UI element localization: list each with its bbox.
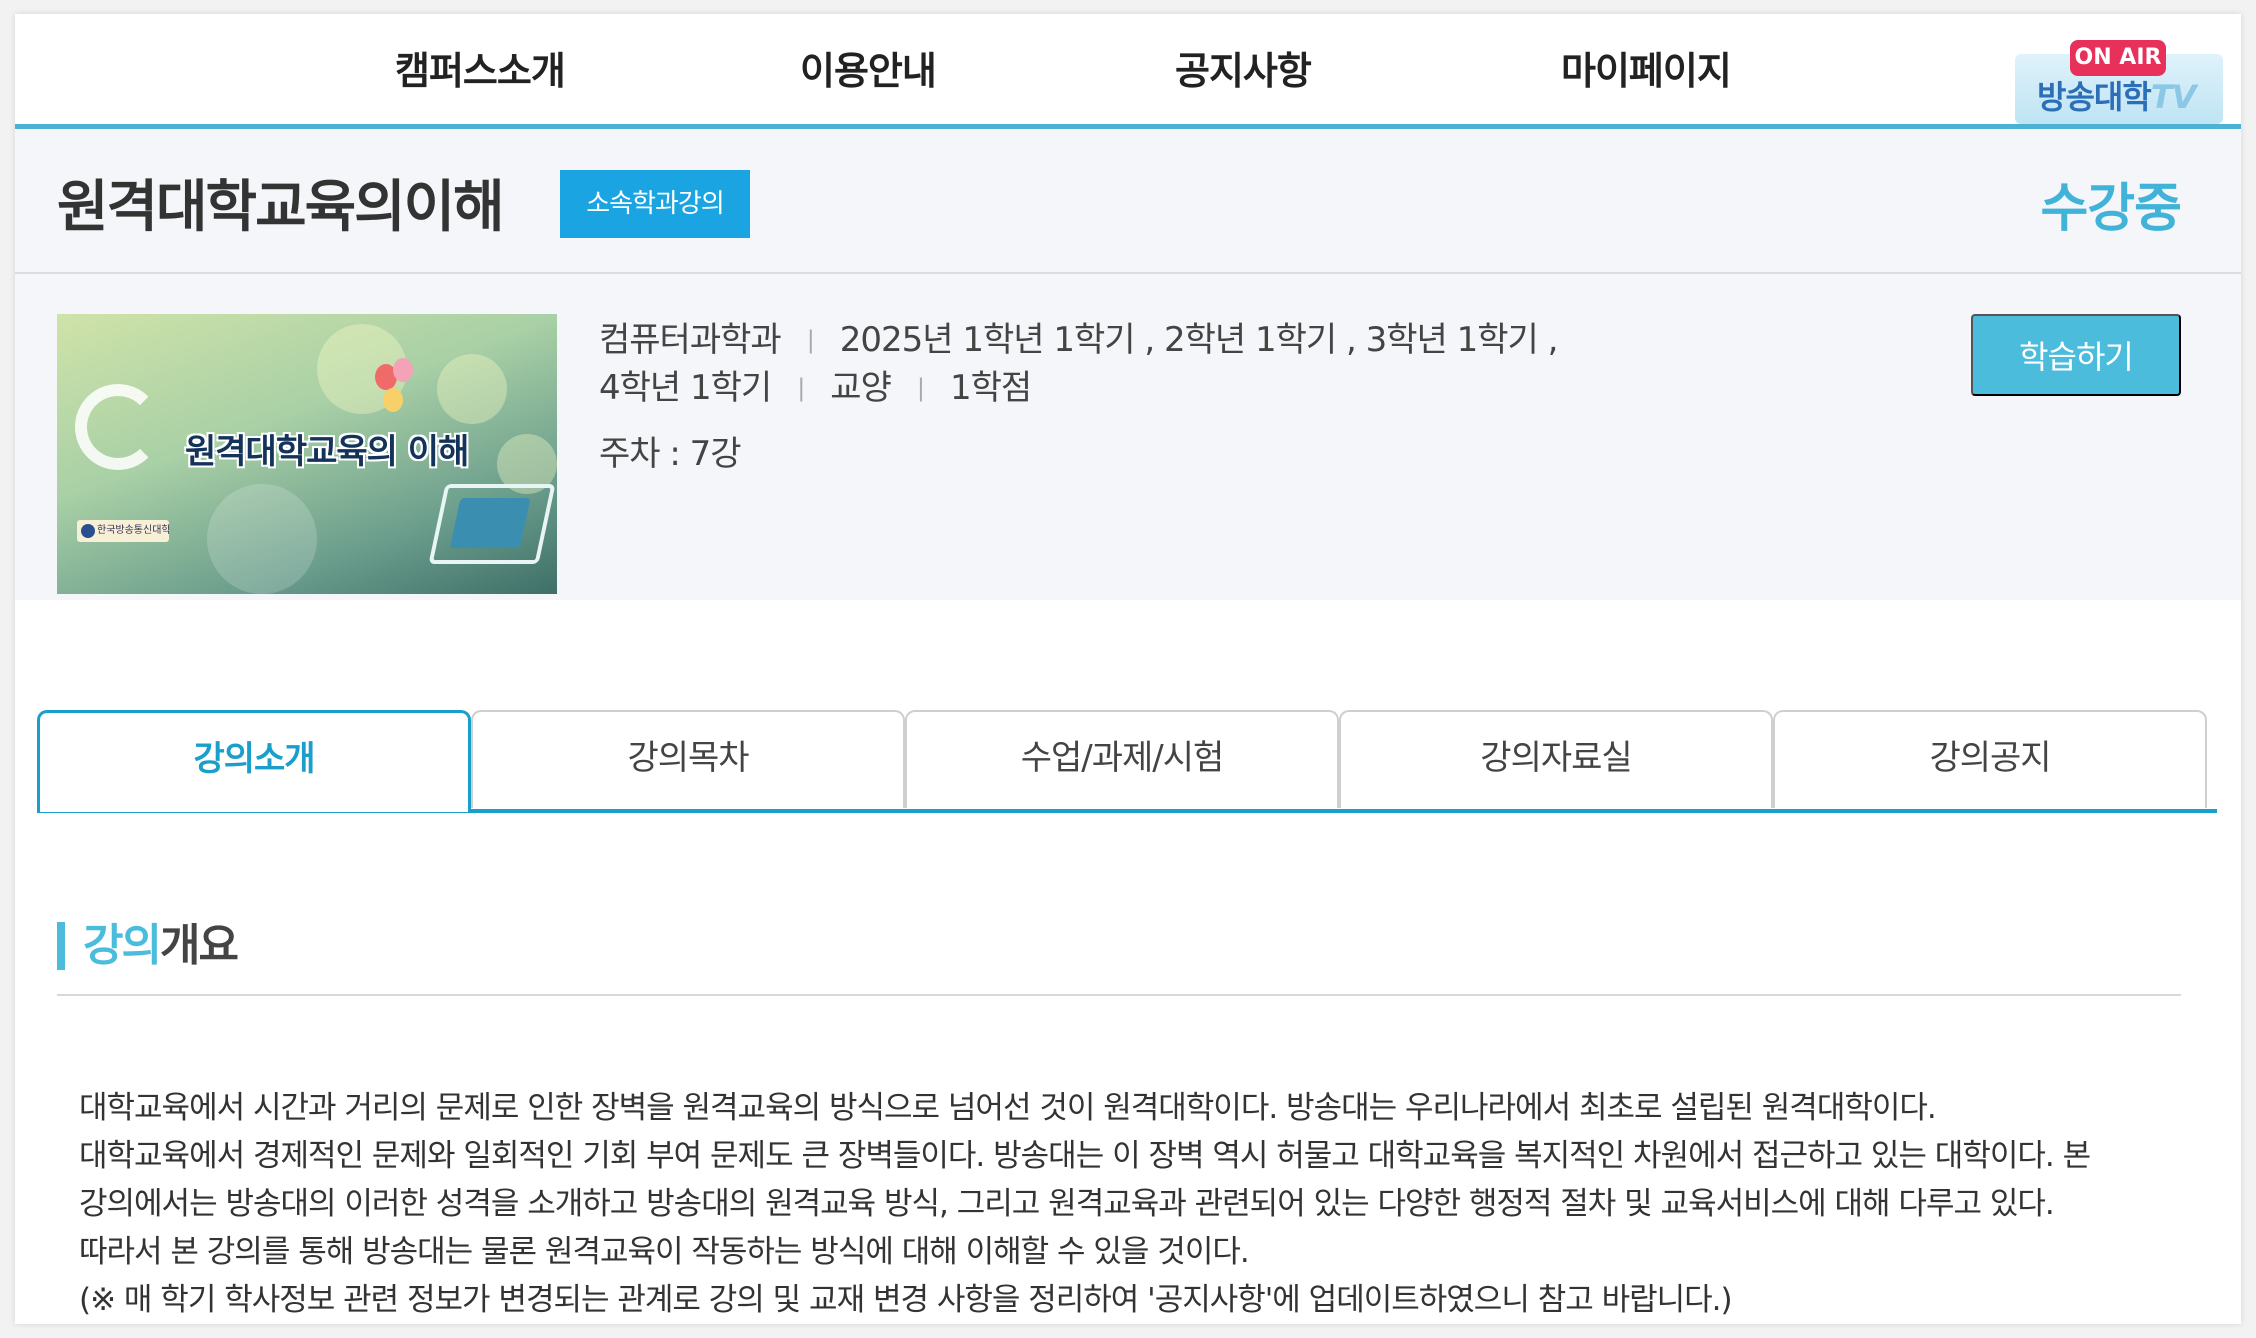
meta-separator: | [916,374,925,402]
course-meta-line-2: 4학년 1학기 | 교양 | 1학점 [599,360,1032,409]
overview-title-highlight: 강의 [83,920,162,971]
overview-note: (※ 매 학기 학사정보 관련 정보가 변경되는 관계로 강의 및 교재 변경 … [79,1282,1733,1318]
nav-campus-intro[interactable]: 캠퍼스소개 [395,40,566,95]
course-terms-cont: 4학년 1학기 [599,368,772,408]
page-frame: 캠퍼스소개 이용안내 공지사항 마이페이지 방송대학TV ON AIR 원격대학… [15,14,2241,1324]
overview-title-rest: 개요 [159,920,239,971]
course-title: 원격대학교육의이해 [57,175,505,240]
thumbnail-ring [75,384,161,470]
study-button[interactable]: 학습하기 [1971,314,2181,396]
meta-separator: | [797,374,805,402]
nav-underline [15,124,2241,129]
course-type: 교양 [830,368,892,408]
onair-badge: ON AIR [2070,40,2166,76]
overview-paragraph-line: 대학교육에서 시간과 거리의 문제로 인한 장벽을 원격교육의 방식으로 넘어선… [79,1090,1937,1126]
tab-class-assignments-exams[interactable]: 수업/과제/시험 [905,710,1339,808]
nav-usage-guide[interactable]: 이용안내 [800,40,937,95]
overview-divider [57,994,2181,996]
tab-course-notices[interactable]: 강의공지 [1773,710,2207,808]
course-terms: 2025년 1학년 1학기 , 2학년 1학기 , 3학년 1학기 , [839,320,1559,360]
category-badge: 소속학과강의 [560,170,750,238]
course-weeks: 주차 : 7강 [599,434,742,474]
onair-logo-tv: TV [2150,78,2197,116]
tab-course-intro[interactable]: 강의소개 [37,710,471,812]
course-header: 원격대학교육의이해 소속학과강의 수강중 원격대학교육의 이해 한국방송통신대학… [15,130,2241,600]
overview-title: 강의개요 [57,920,239,971]
overview-paragraph-line: 강의에서는 방송대의 이러한 성격을 소개하고 방송대의 원격교육 방식, 그리… [79,1186,2055,1222]
header-divider [15,272,2241,274]
thumbnail-bokeh [207,484,317,594]
balloon-icon [393,358,413,382]
thumbnail-bokeh [437,354,507,424]
onair-logo-text: 방송대학 [2037,78,2152,116]
course-meta-line-1: 컴퓨터과학과 | 2025년 1학년 1학기 , 2학년 1학기 , 3학년 1학기… [599,312,1559,361]
laptop-screen [449,498,531,548]
university-logo: 한국방송통신대학교 [77,520,169,542]
nav-mypage[interactable]: 마이페이지 [1561,40,1732,95]
meta-separator: | [806,326,815,354]
nav-notices[interactable]: 공지사항 [1175,40,1312,95]
overview-paragraph-line: 따라서 본 강의를 통해 방송대는 물론 원격교육이 작동하는 방식에 대해 이… [79,1234,1250,1270]
course-tabs: 강의소개 강의목차 수업/과제/시험 강의자료실 강의공지 [37,710,2217,812]
onair-tv-logo: 방송대학TV [2037,72,2197,118]
university-seal-icon [81,524,95,538]
course-department: 컴퓨터과학과 [599,320,782,360]
overview-paragraph-line: 대학교육에서 경제적인 문제와 일회적인 기회 부여 문제도 큰 장벽들이다. … [79,1138,2091,1174]
course-credits: 1학점 [949,368,1032,408]
laptop-icon [428,484,556,564]
thumbnail-title: 원격대학교육의 이해 [185,432,469,472]
global-nav: 캠퍼스소개 이용안내 공지사항 마이페이지 방송대학TV ON AIR [15,14,2241,126]
enrollment-status: 수강중 [2040,179,2182,239]
tab-course-contents[interactable]: 강의목차 [471,710,905,808]
balloon-icon [383,388,403,412]
course-thumbnail: 원격대학교육의 이해 한국방송통신대학교 [57,314,557,594]
university-logo-text: 한국방송통신대학교 [97,525,169,536]
tab-course-materials[interactable]: 강의자료실 [1339,710,1773,808]
onair-tv-banner[interactable]: 방송대학TV ON AIR [2015,32,2223,124]
